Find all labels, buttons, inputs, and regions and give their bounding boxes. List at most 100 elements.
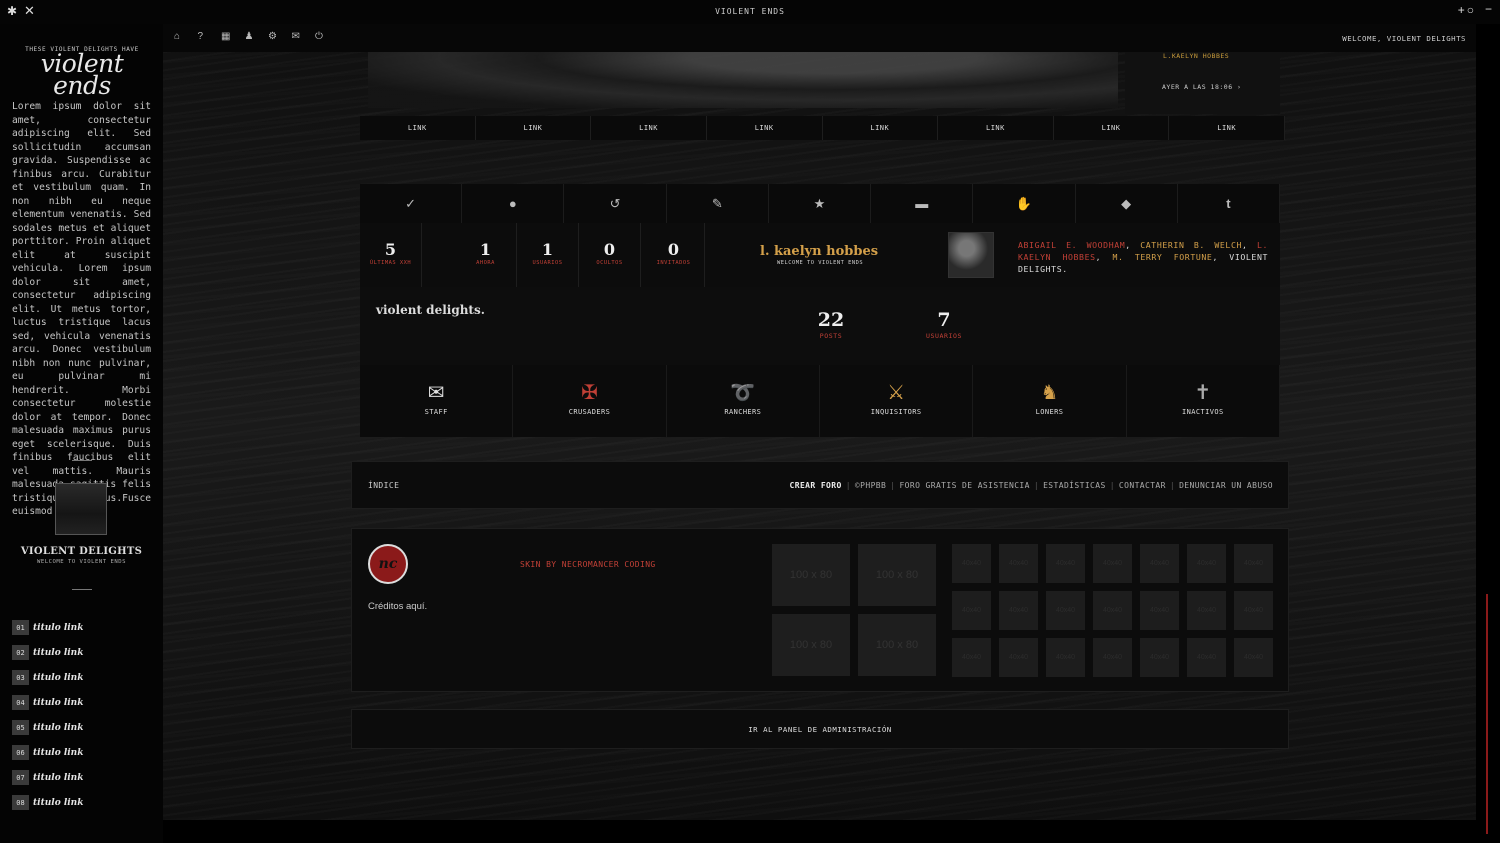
affiliate-square[interactable]: 40x40 (1234, 638, 1273, 677)
diamond-icon[interactable]: ◆ (1076, 184, 1178, 223)
site-logo[interactable]: THESE VIOLENT DELIGHTS HAVE violent ends (12, 46, 152, 98)
group-loners[interactable]: ♞ LONERS (973, 365, 1127, 437)
group-inactivos[interactable]: ✝ INACTIVOS (1127, 365, 1280, 437)
create-forum-link[interactable]: CREAR FORO (790, 481, 842, 490)
avatar[interactable] (55, 483, 107, 535)
latest-post[interactable]: L.KAELYN HOBBES AYER A LAS 18:06 › (1125, 52, 1280, 114)
thumbs-down-icon[interactable]: ✋ (973, 184, 1076, 223)
feather-icon[interactable]: ✎ (667, 184, 769, 223)
affiliate-square[interactable]: 40x40 (1140, 591, 1179, 630)
main-content: ⌂ ? ▦ ♟ ⚙ ✉ ⏻ WELCOME, VIOLENT DELIGHTS … (163, 24, 1476, 820)
divider (72, 589, 92, 590)
nav-link[interactable]: LINK (1169, 116, 1285, 140)
minimize-icon[interactable]: − (1485, 2, 1492, 16)
affiliate-square[interactable]: 40x40 (1187, 638, 1226, 677)
affiliate-square[interactable]: 40x40 (952, 591, 991, 630)
affiliate-square[interactable]: 40x40 (1140, 544, 1179, 583)
affiliate-square[interactable]: 40x40 (952, 544, 991, 583)
check-icon[interactable]: ✓ (360, 184, 463, 223)
top-navbar: ⌂ ? ▦ ♟ ⚙ ✉ ⏻ WELCOME, VIOLENT DELIGHTS (163, 24, 1476, 52)
group-crusaders[interactable]: ✠ CRUSADERS (513, 365, 667, 437)
last-user-name[interactable]: l. kaelyn hobbes (760, 244, 878, 259)
affiliate-square[interactable]: 40x40 (1093, 638, 1132, 677)
affiliate-square[interactable]: 40x40 (1234, 591, 1273, 630)
nav-link[interactable]: LINK (823, 116, 939, 140)
nav-link[interactable]: LINK (707, 116, 823, 140)
winged-sword-icon: ✠ (581, 382, 598, 404)
affiliate-square[interactable]: 40x40 (1046, 544, 1085, 583)
sidebar-link[interactable]: 01 titulo link (12, 615, 152, 640)
ad-banner[interactable]: 100 x 80 (858, 614, 936, 676)
footer-link[interactable]: DENUNCIAR UN ABUSO (1179, 481, 1273, 490)
sidebar-link[interactable]: 02 titulo link (12, 640, 152, 665)
archive-icon[interactable]: ▬ (871, 184, 974, 223)
affiliate-square[interactable]: 40x40 (999, 591, 1038, 630)
sidebar-link[interactable]: 04 titulo link (12, 690, 152, 715)
sidebar: THESE VIOLENT DELIGHTS HAVE violent ends… (0, 24, 163, 843)
logout-icon[interactable]: ⏻ (315, 31, 339, 42)
members-icon[interactable]: ♟ (245, 31, 269, 42)
stat-hidden: 0 OCULTOS (579, 223, 641, 287)
footer-link[interactable]: CONTACTAR (1119, 481, 1166, 490)
ad-banner[interactable]: 100 x 80 (772, 614, 850, 676)
footer-nav: ÍNDICE CREAR FORO | ©PHPBB | FORO GRATIS DE … (351, 461, 1289, 509)
sidebar-link[interactable]: 05 titulo link (12, 715, 152, 740)
nav-link[interactable]: LINK (591, 116, 707, 140)
group-inquisitors[interactable]: ⚔ INQUISITORS (820, 365, 974, 437)
dagger-icon: ⚔ (887, 382, 906, 404)
sidebar-link[interactable]: 08 titulo link (12, 790, 152, 815)
link-bar: LINK LINK LINK LINK LINK LINK LINK LINK (360, 116, 1285, 140)
online-user[interactable]: CATHERIN B. WELCH (1140, 240, 1242, 250)
nav-link[interactable]: LINK (476, 116, 592, 140)
affiliate-square[interactable]: 40x40 (1234, 544, 1273, 583)
footer-links: CREAR FORO | ©PHPBB | FORO GRATIS DE ASISTEN… (789, 481, 1273, 490)
credits-text: Créditos aquí. (368, 601, 428, 612)
affiliate-square[interactable]: 40x40 (999, 638, 1038, 677)
nav-link[interactable]: LINK (938, 116, 1054, 140)
star-icon[interactable]: ★ (769, 184, 872, 223)
avatar[interactable] (948, 232, 994, 278)
affiliate-square[interactable]: 40x40 (1046, 638, 1085, 677)
header-banner (368, 52, 1118, 108)
affiliate-square[interactable]: 40x40 (952, 638, 991, 677)
footer-link[interactable]: FORO GRATIS DE ASISTENCIA (899, 481, 1029, 490)
online-user[interactable]: M. TERRY FORTUNE (1112, 252, 1212, 262)
nav-link[interactable]: LINK (360, 116, 476, 140)
sidebar-link[interactable]: 03 titulo link (12, 665, 152, 690)
groups-icon[interactable]: ▦ (221, 31, 245, 42)
scrollbar[interactable] (1486, 594, 1488, 834)
tumblr-icon[interactable]: t (1178, 184, 1280, 223)
footer-link[interactable]: ESTADÍSTICAS (1043, 481, 1106, 490)
affiliate-square[interactable]: 40x40 (1140, 638, 1179, 677)
affiliate-square[interactable]: 40x40 (999, 544, 1038, 583)
help-icon[interactable]: ? (198, 31, 222, 42)
affiliate-square[interactable]: 40x40 (1093, 544, 1132, 583)
online-user[interactable]: ABIGAIL E. WOODHAM (1018, 240, 1125, 250)
sidebar-link-list: 01 titulo link 02 titulo link 03 titulo lin… (12, 615, 152, 815)
stat-last-hours: 5 ÚLTIMAS XXH (360, 223, 422, 287)
necromancer-logo[interactable]: nc (368, 544, 408, 584)
mail-icon[interactable]: ✉ (292, 31, 316, 42)
nav-link[interactable]: LINK (1054, 116, 1170, 140)
ad-banner[interactable]: 100 x 80 (858, 544, 936, 606)
affiliate-square[interactable]: 40x40 (1187, 544, 1226, 583)
settings-icon[interactable]: ⚙ (268, 31, 292, 42)
admin-panel-button[interactable]: IR AL PANEL DE ADMINISTRACIÓN (351, 709, 1289, 749)
cookie-icon[interactable]: ● (462, 184, 565, 223)
footer-link[interactable]: ©PHPBB (855, 481, 886, 490)
skin-credit[interactable]: SKIN BY NECROMANCER CODING (520, 560, 656, 569)
affiliate-square[interactable]: 40x40 (1187, 591, 1226, 630)
window-controls-icon[interactable]: +○ (1458, 3, 1476, 17)
home-icon[interactable]: ⌂ (174, 31, 198, 42)
index-link[interactable]: ÍNDICE (368, 481, 399, 490)
affiliate-square[interactable]: 40x40 (1046, 591, 1085, 630)
stat-now: 1 AHORA (455, 223, 517, 287)
sidebar-link[interactable]: 07 titulo link (12, 765, 152, 790)
forum-name: violent delights. (376, 303, 485, 317)
history-icon[interactable]: ↺ (564, 184, 667, 223)
ad-banner[interactable]: 100 x 80 (772, 544, 850, 606)
group-ranchers[interactable]: ➰ RANCHERS (667, 365, 820, 437)
group-staff[interactable]: ✉ STAFF (360, 365, 514, 437)
sidebar-link[interactable]: 06 titulo link (12, 740, 152, 765)
affiliate-square[interactable]: 40x40 (1093, 591, 1132, 630)
